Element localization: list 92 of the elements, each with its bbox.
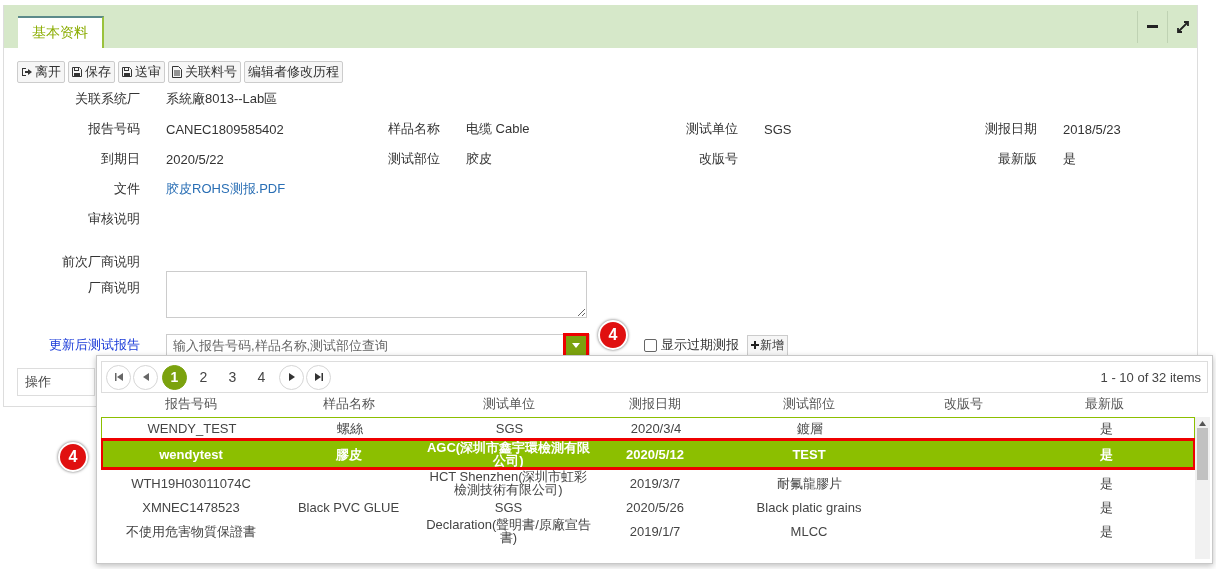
field-label: 样品名称 [388,120,440,138]
table-cell: wendytest [159,446,223,462]
column-header: 报告号码 [164,395,218,413]
result-row[interactable]: 不使用危害物質保證書 Declaration(聲明書/原廠宣告書) 2019/1/7 MLCC 是 [101,517,1195,545]
checkbox-label: 显示过期测报 [661,336,739,354]
add-button[interactable]: 新增 [747,334,788,356]
field-label: 测试部位 [388,150,440,168]
table-cell: HCT Shenzhen(深圳市虹彩檢測技術有限公司) [429,469,588,497]
table-cell: SGS [495,420,524,436]
table-cell: Black PVC GLUE [297,499,400,515]
first-page-icon [114,373,123,381]
table-cell: 是 [1099,446,1113,462]
table-cell: 是 [1099,475,1113,491]
table-cell: 膠皮 [335,446,362,462]
field-value: 2018/5/23 [1063,121,1121,137]
last-page-button[interactable] [306,364,331,390]
next-page-button[interactable] [279,364,304,390]
table-cell: 是 [1099,420,1113,436]
table-cell: 是 [1099,499,1113,515]
field-label: 文件 [114,180,140,198]
field-label: 报告号码 [88,120,140,138]
toolbar-button[interactable]: 编辑者修改历程 [244,60,343,83]
next-page-icon [288,373,295,381]
pager-summary: 1 - 10 of 32 items [1100,369,1201,385]
first-page-button[interactable] [106,364,131,390]
field-value: SGS [764,121,792,137]
field-label: 最新版 [998,150,1037,168]
table-cell: WTH19H03011074C [131,475,251,491]
callout-badge: 4 [58,442,88,472]
table-cell: TEST [792,446,826,462]
table-cell: MLCC [790,523,828,539]
table-cell: 鍍層 [797,420,823,436]
dropdown-button[interactable] [565,334,587,356]
table-cell: Declaration(聲明書/原廠宣告書) [426,517,591,545]
field-label: 改版号 [699,150,738,168]
table-cell: WENDY_TEST [147,420,237,436]
field-label: 厂商说明 [88,279,140,297]
table-cell: XMNEC1478523 [142,499,240,515]
callout-badge: 4 [598,320,628,350]
table-cell: 是 [1099,523,1113,539]
table-cell: AGC(深圳市鑫宇環檢測有限公司) [426,440,591,468]
table-cell: 2020/3/4 [630,420,682,436]
field-value: 2020/5/22 [166,151,224,167]
table-cell: 耐氟龍膠片 [776,475,842,491]
table-cell: 2019/1/7 [629,523,681,539]
column-header: 测试单位 [481,395,536,413]
column-header: 测报日期 [628,395,682,413]
exit-icon [21,66,32,77]
table-cell: Black platic grains [756,499,862,515]
last-page-icon [314,373,323,381]
table-cell: 2020/5/26 [626,499,684,515]
table-cell: 2020/5/12 [626,446,684,462]
operation-field[interactable]: 操作 [17,368,95,396]
toolbar-button[interactable]: 送审 [118,60,165,83]
toolbar-button[interactable]: 关联料号 [168,60,241,83]
previous-page-button[interactable] [133,364,158,390]
field-label: 审核说明 [88,210,140,228]
lookup-label: 更新后测试报告 [48,336,140,354]
toolbar-button[interactable]: 保存 [68,60,115,83]
field-value: 是 [1063,150,1076,168]
save-icon [122,66,132,77]
table-cell: 2019/3/7 [629,475,681,491]
save-icon [72,66,82,77]
field-value: 胶皮 [466,150,492,168]
field-label: 测试单位 [686,120,738,138]
field-label: 测报日期 [985,120,1037,138]
column-header: 测试部位 [782,395,836,413]
caret-icon [572,342,580,348]
file-link[interactable]: 胶皮ROHS测报.PDF [166,180,286,198]
table-cell: SGS [494,499,523,515]
column-header: 样品名称 [321,395,376,413]
column-header: 最新版 [1084,395,1125,413]
expand-icon[interactable] [1176,20,1189,33]
field-label: 关联系统厂 [75,90,140,108]
document-icon [172,65,182,78]
checkbox[interactable] [644,338,657,352]
column-header: 改版号 [942,395,984,413]
table-cell: 螺絲 [336,420,363,436]
scrollbar[interactable] [1195,417,1210,559]
vendor-note-field[interactable] [166,271,587,318]
field-label: 前次厂商说明 [62,253,140,271]
previous-page-icon [142,373,149,381]
result-row[interactable]: WTH19H03011074C HCT Shenzhen(深圳市虹彩檢測技術有限公司) 2019/3/7 耐氟龍膠片 是 [101,469,1195,497]
field-label: 到期日 [101,150,140,168]
field-value: 系統廠8013--Lab區 [166,90,278,108]
field-value: 电缆 Cable [466,120,530,138]
toolbar-button[interactable]: 离开 [17,60,65,83]
scroll-up-icon[interactable] [1199,421,1206,426]
field-value: CANEC1809585402 [166,121,284,137]
result-row[interactable]: XMNEC1478523 Black PVC GLUE SGS 2020/5/26 Black platic grains 是 [101,497,1195,517]
table-cell: 不使用危害物質保證書 [126,523,256,539]
plus-icon [751,341,759,349]
